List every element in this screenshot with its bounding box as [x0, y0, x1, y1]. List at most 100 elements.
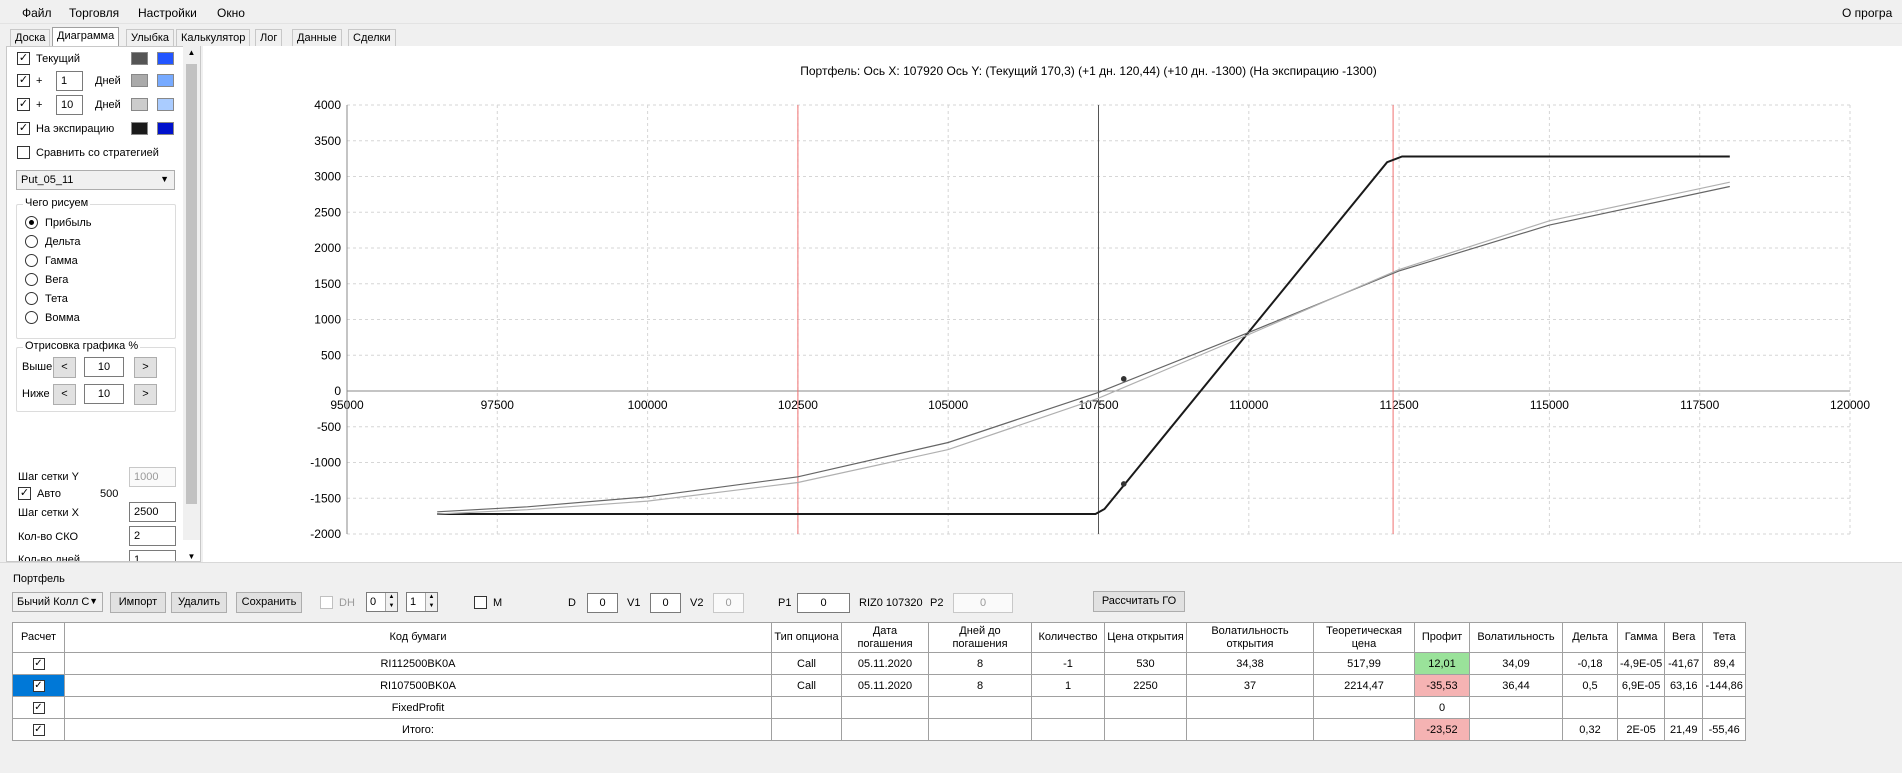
row-calc-checkbox[interactable]: ✓	[32, 724, 45, 736]
cell-vega[interactable]: -41,67	[1664, 652, 1704, 675]
cell-days[interactable]: 8	[928, 674, 1032, 697]
cell-code[interactable]: RI112500BK0A	[64, 652, 772, 675]
plus10-checkbox[interactable]: ✓	[17, 98, 30, 111]
dh-spin1[interactable]: 0 ▲ ▼	[366, 592, 398, 612]
col-calc-header[interactable]: Расчет	[12, 622, 65, 653]
cell-expiry[interactable]: 05.11.2020	[841, 674, 929, 697]
cell-calc[interactable]: ✓	[12, 674, 65, 697]
table-row[interactable]: ✓ RI107500BK0A Call 05.11.2020 8 1 2250 37 2214,…	[12, 674, 1747, 697]
col-qty-header[interactable]: Количество	[1031, 622, 1105, 653]
cell-delta[interactable]: -0,18	[1562, 652, 1618, 675]
cell-profit[interactable]: 0	[1414, 696, 1470, 719]
cell-open-vol[interactable]: 34,38	[1186, 652, 1314, 675]
below-input[interactable]: 10	[84, 384, 124, 404]
cell-open-price[interactable]: 2250	[1104, 674, 1187, 697]
cell-vol[interactable]	[1469, 718, 1563, 741]
dh-spin2[interactable]: 1 ▲ ▼	[406, 592, 438, 612]
col-gamma-header[interactable]: Гамма	[1616, 622, 1666, 653]
cell-theo-price[interactable]	[1313, 718, 1415, 741]
radio-gamma[interactable]	[25, 254, 38, 267]
cell-vol[interactable]	[1469, 696, 1563, 719]
plus10-color-swatch-2[interactable]	[157, 98, 174, 111]
tab-diagram[interactable]: Диаграмма	[52, 27, 120, 47]
cell-delta[interactable]: 0,32	[1562, 718, 1618, 741]
settings-scrollbar[interactable]: ▲ ▼	[183, 46, 200, 561]
tab-log[interactable]: Лог	[255, 29, 283, 47]
auto-checkbox[interactable]: ✓	[18, 487, 31, 500]
dh-checkbox[interactable]	[320, 596, 333, 609]
expiry-checkbox[interactable]: ✓	[17, 122, 30, 135]
cell-gamma[interactable]: 6,9E-05	[1616, 674, 1666, 697]
cell-code[interactable]: FixedProfit	[64, 696, 772, 719]
row-calc-checkbox[interactable]: ✓	[32, 658, 45, 670]
cell-type[interactable]	[771, 718, 842, 741]
plus10-color-swatch[interactable]	[131, 98, 148, 111]
cell-profit[interactable]: -35,53	[1414, 674, 1470, 697]
col-theta-header[interactable]: Тета	[1702, 622, 1747, 653]
p1-input[interactable]: 0	[797, 593, 850, 613]
radio-vomma[interactable]	[25, 311, 38, 324]
menu-window[interactable]: Окно	[217, 6, 245, 20]
tab-calculator[interactable]: Калькулятор	[176, 29, 251, 47]
cell-expiry[interactable]	[841, 718, 929, 741]
days-count-input[interactable]: 1	[129, 550, 176, 561]
save-button[interactable]: Сохранить	[236, 592, 302, 613]
plus1-color-swatch-2[interactable]	[157, 74, 174, 87]
cell-theta[interactable]: -144,86	[1702, 674, 1747, 697]
cell-open-price[interactable]: 530	[1104, 652, 1187, 675]
cell-profit[interactable]: -23,52	[1414, 718, 1470, 741]
strategy-select[interactable]: Put_05_11 ▼	[16, 170, 175, 190]
spin-arrows-icon-2[interactable]: ▲ ▼	[425, 593, 437, 611]
table-row[interactable]: ✓ RI112500BK0A Call 05.11.2020 8 -1 530 34,38 51…	[12, 652, 1747, 675]
radio-theta[interactable]	[25, 292, 38, 305]
tab-board[interactable]: Доска	[10, 29, 51, 47]
cell-theo-price[interactable]	[1313, 696, 1415, 719]
above-input[interactable]: 10	[84, 357, 124, 377]
table-row[interactable]: ✓ Итого: -23,52 0,32 2E-05 21,49 -55,46	[12, 718, 1747, 741]
expiry-color-swatch-2[interactable]	[157, 122, 174, 135]
cell-type[interactable]: Call	[771, 674, 842, 697]
cell-expiry[interactable]: 05.11.2020	[841, 652, 929, 675]
cell-calc[interactable]: ✓	[12, 652, 65, 675]
menu-settings[interactable]: Настройки	[138, 6, 197, 20]
col-vega-header[interactable]: Вега	[1664, 622, 1704, 653]
cell-vol[interactable]: 36,44	[1469, 674, 1563, 697]
cell-calc[interactable]: ✓	[12, 718, 65, 741]
current-color-swatch[interactable]	[131, 52, 148, 65]
row-calc-checkbox[interactable]: ✓	[32, 702, 45, 714]
cell-vega[interactable]: 63,16	[1664, 674, 1704, 697]
d-input[interactable]: 0	[587, 593, 618, 613]
menu-trade[interactable]: Торговля	[69, 6, 119, 20]
v1-input[interactable]: 0	[650, 593, 681, 613]
col-theo-price-header[interactable]: Теоретическая цена	[1313, 622, 1415, 653]
grid-x-input[interactable]: 2500	[129, 502, 176, 522]
cell-days[interactable]	[928, 696, 1032, 719]
cell-type[interactable]: Call	[771, 652, 842, 675]
days2-input[interactable]: 10	[56, 95, 83, 115]
days1-input[interactable]: 1	[56, 71, 83, 91]
cell-days[interactable]	[928, 718, 1032, 741]
cell-qty[interactable]: 1	[1031, 674, 1105, 697]
cell-vega[interactable]	[1664, 696, 1704, 719]
cell-delta[interactable]: 0,5	[1562, 674, 1618, 697]
col-delta-header[interactable]: Дельта	[1562, 622, 1618, 653]
compare-checkbox[interactable]	[17, 146, 30, 159]
radio-profit[interactable]	[25, 216, 38, 229]
pnl-chart[interactable]: Портфель: Ось X: 107920 Ось Y: (Текущий …	[203, 46, 1902, 562]
cell-code[interactable]: RI107500BK0A	[64, 674, 772, 697]
plus1-color-swatch[interactable]	[131, 74, 148, 87]
tab-deals[interactable]: Сделки	[348, 29, 396, 47]
cell-profit[interactable]: 12,01	[1414, 652, 1470, 675]
grid-y-input[interactable]: 1000	[129, 467, 176, 487]
cell-open-vol[interactable]	[1186, 696, 1314, 719]
cell-theo-price[interactable]: 517,99	[1313, 652, 1415, 675]
plus1-checkbox[interactable]: ✓	[17, 74, 30, 87]
cell-gamma[interactable]: -4,9E-05	[1616, 652, 1666, 675]
cell-qty[interactable]	[1031, 718, 1105, 741]
cell-gamma[interactable]: 2E-05	[1616, 718, 1666, 741]
spin-arrows-icon[interactable]: ▲ ▼	[385, 593, 397, 611]
portfolio-table[interactable]: Расчет Код бумаги Тип опциона Дата погаш…	[12, 622, 1747, 741]
sko-input[interactable]: 2	[129, 526, 176, 546]
below-increase-button[interactable]: >	[134, 384, 157, 405]
cell-theta[interactable]: 89,4	[1702, 652, 1747, 675]
